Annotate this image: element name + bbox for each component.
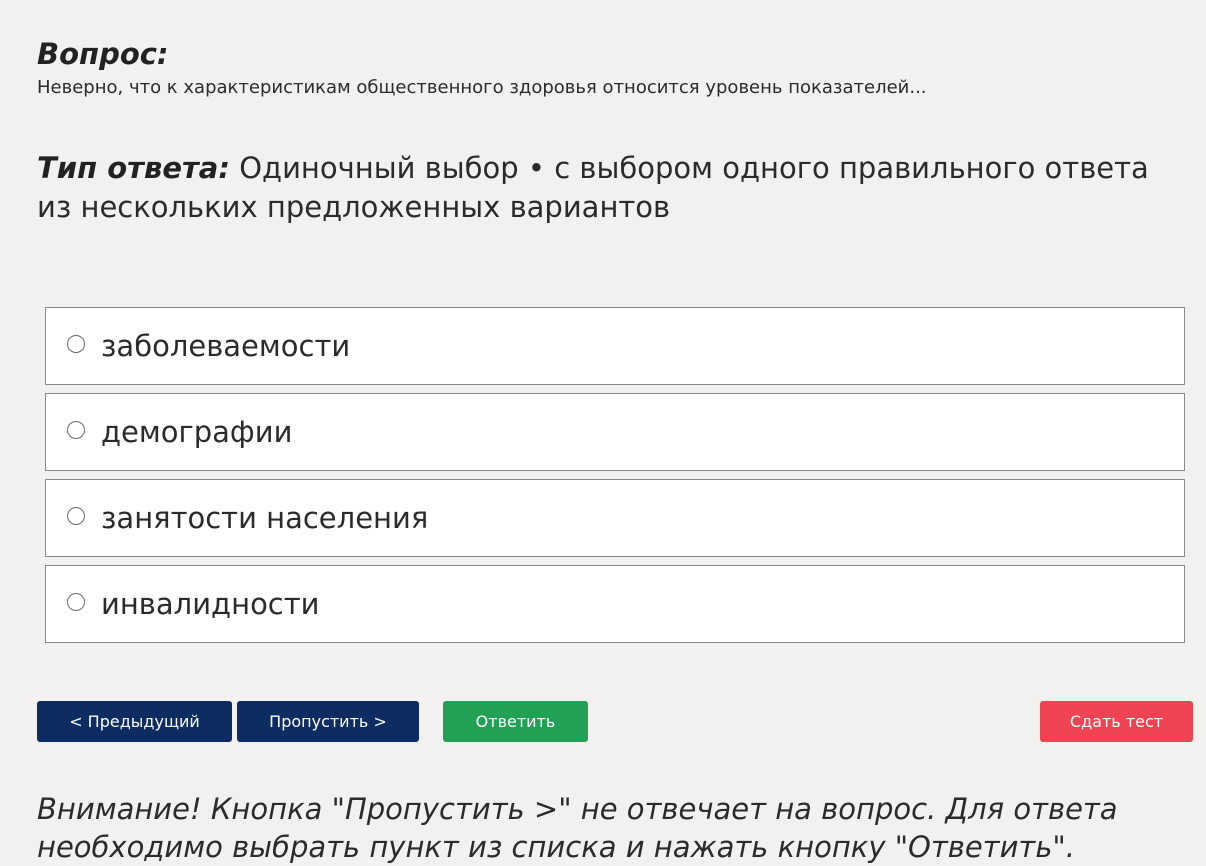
submit-test-button[interactable]: Сдать тест	[1040, 701, 1193, 742]
radio-button[interactable]	[67, 507, 85, 525]
answer-type: Тип ответа: Одиночный выбор • с выбором …	[37, 149, 1157, 227]
previous-button[interactable]: < Предыдущий	[37, 701, 232, 742]
answer-type-label: Тип ответа:	[37, 151, 230, 185]
question-text: Неверно, что к характеристикам обществен…	[37, 77, 927, 98]
answer-button[interactable]: Ответить	[443, 701, 588, 742]
option-label: демографии	[101, 415, 293, 449]
answer-option[interactable]: демографии	[45, 393, 1185, 471]
radio-button[interactable]	[67, 335, 85, 353]
skip-button[interactable]: Пропустить >	[237, 701, 419, 742]
answer-options: заболеваемости демографии занятости насе…	[45, 307, 1185, 651]
radio-button[interactable]	[67, 421, 85, 439]
option-label: занятости населения	[101, 501, 429, 535]
question-heading: Вопрос:	[37, 37, 169, 71]
answer-option[interactable]: инвалидности	[45, 565, 1185, 643]
answer-option[interactable]: занятости населения	[45, 479, 1185, 557]
notice-text: Внимание! Кнопка "Пропустить >" не отвеч…	[37, 792, 1118, 864]
option-label: заболеваемости	[101, 329, 351, 363]
option-label: инвалидности	[101, 587, 320, 621]
radio-button[interactable]	[67, 593, 85, 611]
answer-option[interactable]: заболеваемости	[45, 307, 1185, 385]
